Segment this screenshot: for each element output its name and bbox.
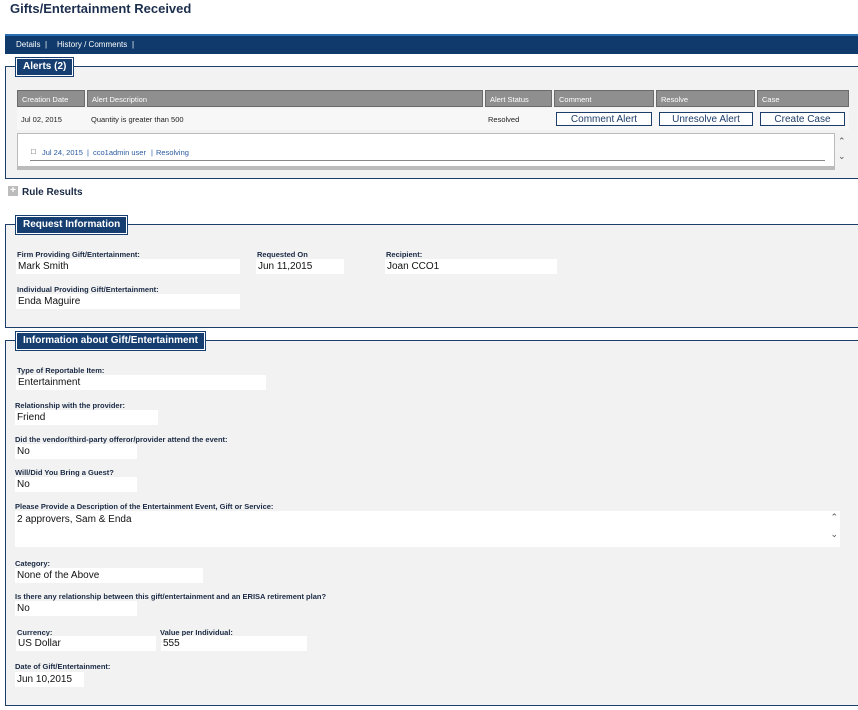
- col-alert-status: Alert Status: [485, 90, 552, 107]
- alerts-table-header: Creation Date Alert Description Alert St…: [17, 90, 849, 107]
- type-label: Type of Reportable Item:: [17, 366, 105, 375]
- comment-icon: □: [31, 147, 36, 156]
- attend-label: Did the vendor/third-party offeror/provi…: [15, 435, 228, 444]
- date-label: Date of Gift/Entertainment:: [15, 662, 111, 671]
- scroll-up-icon[interactable]: ⌃: [830, 508, 838, 526]
- scroll-up-icon[interactable]: ⌃: [838, 136, 846, 147]
- page-title: Gifts/Entertainment Received: [10, 1, 192, 16]
- expand-icon[interactable]: +: [8, 186, 18, 196]
- rule-results-link[interactable]: Rule Results: [22, 187, 83, 198]
- unresolve-alert-button[interactable]: Unresolve Alert: [659, 112, 753, 126]
- request-information-legend: Request Information: [14, 215, 129, 235]
- gift-information-legend: Information about Gift/Entertainment: [15, 331, 206, 351]
- alert-date: Jul 02, 2015: [21, 115, 62, 124]
- individual-field[interactable]: Enda Maguire: [16, 294, 240, 309]
- nav-separator: |: [45, 40, 48, 49]
- requested-on-field[interactable]: Jun 11,2015: [256, 259, 344, 274]
- date-field[interactable]: Jun 10,2015: [15, 672, 84, 687]
- scroll-down-icon[interactable]: ⌄: [830, 525, 838, 543]
- divider: [30, 160, 825, 161]
- category-field[interactable]: None of the Above: [15, 568, 203, 583]
- history-date[interactable]: Jul 24, 2015: [42, 148, 83, 157]
- recipient-field[interactable]: Joan CCO1: [385, 259, 557, 274]
- relationship-label: Relationship with the provider:: [15, 401, 126, 410]
- erisa-label: Is there any relationship between this g…: [15, 592, 327, 601]
- alerts-section: Alerts (2) Creation Date Alert Descripti…: [5, 57, 858, 179]
- value-field[interactable]: 555: [161, 636, 307, 651]
- relationship-field[interactable]: Friend: [15, 410, 158, 425]
- guest-field[interactable]: No: [15, 477, 137, 492]
- history-action[interactable]: Resolving: [156, 148, 189, 157]
- alert-description: Quantity is greater than 500: [91, 115, 184, 124]
- tab-details[interactable]: Details: [16, 40, 40, 49]
- col-alert-description: Alert Description: [87, 90, 483, 107]
- col-resolve: Resolve: [656, 90, 755, 107]
- recipient-label: Recipient:: [386, 250, 423, 259]
- attend-field[interactable]: No: [15, 444, 137, 459]
- requested-on-label: Requested On: [257, 250, 308, 259]
- comment-alert-button[interactable]: Comment Alert: [556, 112, 652, 126]
- type-field[interactable]: Entertainment: [16, 375, 266, 390]
- create-case-button[interactable]: Create Case: [760, 112, 845, 126]
- tab-history-comments[interactable]: History / Comments: [57, 40, 127, 49]
- erisa-field[interactable]: No: [15, 601, 137, 616]
- firm-label: Firm Providing Gift/Entertainment:: [17, 250, 140, 259]
- nav-bar: Details | History / Comments |: [5, 34, 858, 54]
- alerts-legend: Alerts (2): [14, 57, 75, 77]
- guest-label: Will/Did You Bring a Guest?: [15, 468, 114, 477]
- col-creation-date: Creation Date: [17, 90, 85, 107]
- nav-separator: |: [132, 40, 135, 49]
- alert-history-panel: □ Jul 24, 2015 | cco1admin user | Resolv…: [17, 133, 835, 170]
- currency-field[interactable]: US Dollar: [16, 636, 156, 651]
- request-information-section: Request Information Firm Providing Gift/…: [5, 215, 858, 328]
- gift-information-section: Information about Gift/Entertainment Typ…: [5, 331, 858, 706]
- history-user[interactable]: cco1admin user: [93, 148, 146, 157]
- table-row: Jul 02, 2015 Quantity is greater than 50…: [17, 108, 849, 130]
- individual-label: Individual Providing Gift/Entertainment:: [17, 285, 159, 294]
- col-comment: Comment: [554, 90, 654, 107]
- alert-status: Resolved: [488, 115, 520, 124]
- description-textarea[interactable]: 2 approvers, Sam & Enda ⌃ ⌄: [15, 511, 840, 547]
- category-label: Category:: [15, 559, 51, 568]
- description-label: Please Provide a Description of the Ente…: [15, 502, 274, 511]
- col-case: Case: [757, 90, 849, 107]
- description-text: 2 approvers, Sam & Enda: [17, 514, 132, 525]
- scroll-down-icon[interactable]: ⌄: [838, 151, 846, 162]
- firm-field[interactable]: Mark Smith: [16, 259, 240, 274]
